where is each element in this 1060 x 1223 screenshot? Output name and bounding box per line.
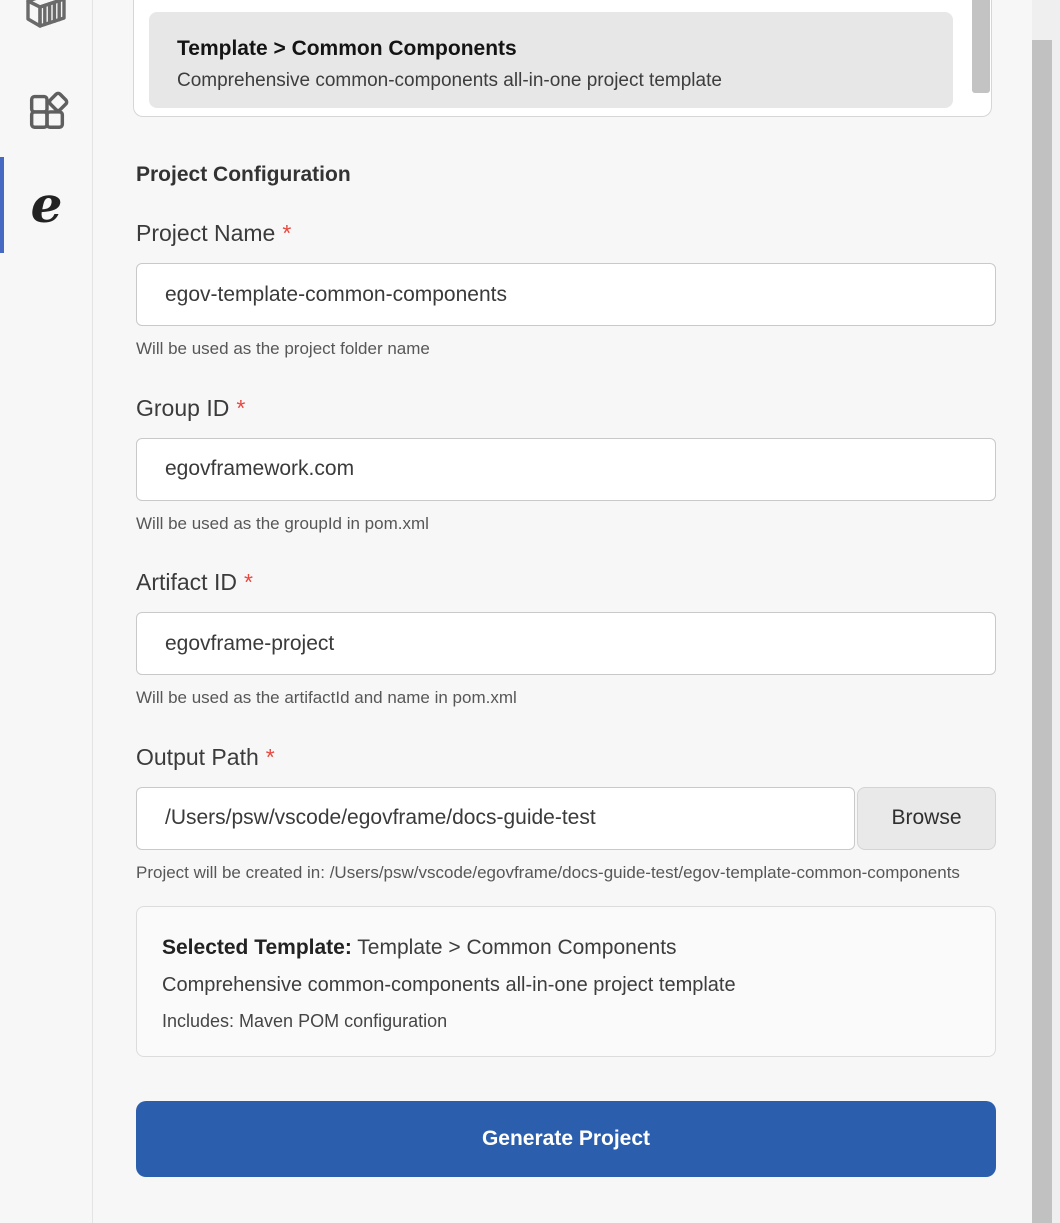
container-package-icon[interactable] bbox=[18, 0, 74, 32]
template-list-scrollbar[interactable] bbox=[972, 0, 990, 93]
section-title-project-configuration: Project Configuration bbox=[136, 163, 996, 187]
page-scrollbar-thumb[interactable] bbox=[1032, 40, 1052, 1223]
project-name-input[interactable] bbox=[136, 263, 996, 326]
selected-template-line: Selected Template: Template > Common Com… bbox=[162, 936, 967, 960]
selected-template-name: Template > Common Components bbox=[352, 936, 677, 959]
group-id-input[interactable] bbox=[136, 438, 996, 501]
group-id-helper: Will be used as the groupId in pom.xml bbox=[136, 511, 996, 537]
required-asterisk: * bbox=[236, 395, 245, 421]
output-path-row: Browse bbox=[136, 787, 996, 850]
required-asterisk: * bbox=[266, 744, 275, 770]
template-item-title: Template > Common Components bbox=[177, 37, 933, 61]
artifact-id-helper: Will be used as the artifactId and name … bbox=[136, 685, 996, 711]
output-path-helper: Project will be created in: /Users/psw/v… bbox=[136, 860, 996, 886]
group-id-label: Group ID* bbox=[136, 395, 996, 422]
extensions-icon[interactable] bbox=[24, 87, 70, 133]
selected-template-info-box: Selected Template: Template > Common Com… bbox=[136, 906, 996, 1057]
required-asterisk: * bbox=[282, 220, 291, 246]
browse-button[interactable]: Browse bbox=[857, 787, 996, 850]
required-asterisk: * bbox=[244, 569, 253, 595]
artifact-id-input[interactable] bbox=[136, 612, 996, 675]
template-list[interactable]: Template > Common Components Comprehensi… bbox=[133, 0, 992, 117]
project-name-helper: Will be used as the project folder name bbox=[136, 336, 996, 362]
artifact-id-label: Artifact ID* bbox=[136, 569, 996, 596]
project-name-label: Project Name* bbox=[136, 220, 996, 247]
activity-bar: e bbox=[0, 0, 93, 1223]
output-path-input[interactable] bbox=[136, 787, 855, 850]
egovframe-panel: Template > Common Components Comprehensi… bbox=[94, 0, 1032, 1223]
selected-template-label: Selected Template: bbox=[162, 936, 352, 959]
generate-project-button[interactable]: Generate Project bbox=[136, 1101, 996, 1177]
page-scrollbar-track[interactable] bbox=[1032, 0, 1060, 1223]
sidebar-item-egovframe[interactable]: e bbox=[0, 157, 93, 253]
selected-template-includes: Includes: Maven POM configuration bbox=[162, 1011, 967, 1032]
template-item-description: Comprehensive common-components all-in-o… bbox=[177, 70, 933, 92]
output-path-label: Output Path* bbox=[136, 744, 996, 771]
selected-template-description: Comprehensive common-components all-in-o… bbox=[162, 974, 967, 997]
egovframe-icon: e bbox=[0, 157, 93, 253]
template-list-item-selected[interactable]: Template > Common Components Comprehensi… bbox=[149, 12, 953, 108]
